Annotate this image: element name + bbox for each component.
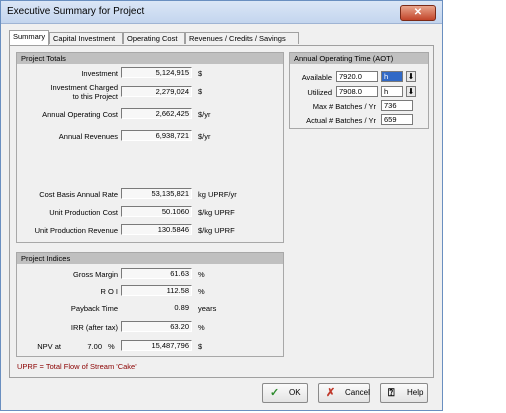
unit-production-cost-label: Unit Production Cost [49,208,118,217]
project-totals-header: Project Totals [17,53,283,64]
available-label: Available [301,73,332,82]
utilized-label: Utilized [307,88,332,97]
arrow-down-icon: ⬇ [407,72,415,81]
help-button[interactable]: ⍰ Help [380,383,428,403]
gross-margin-unit: % [198,270,205,279]
tab-revenues-credits-savings[interactable]: Revenues / Credits / Savings [185,32,299,44]
investment-value: 5,124,915 [121,67,192,78]
ok-label: OK [289,388,301,397]
irr-value: 63.20 [121,321,192,332]
annual-revenues-value: 6,938,721 [121,130,192,141]
annual-operating-cost-label: Annual Operating Cost [42,110,118,119]
cross-icon: ✗ [326,387,336,399]
uprf-footnote: UPRF = Total Flow of Stream 'Cake' [17,362,137,371]
investment-charged-unit: $ [198,87,203,96]
irr-label: IRR (after tax) [70,323,118,332]
help-icon: ⍰ [388,387,395,399]
cancel-button[interactable]: ✗ Cancel [318,383,370,403]
window-title: Executive Summary for Project [7,6,145,17]
unit-production-revenue-label: Unit Production Revenue [34,226,118,235]
unit-production-revenue-unit: $/kg UPRF [198,226,235,235]
payback-value: 0.89 [174,303,189,312]
annual-revenues-unit: $/yr [198,132,211,141]
max-batches-label: Max # Batches / Yr [312,102,376,111]
roi-unit: % [198,287,205,296]
investment-charged-line1: Investment Charged [50,83,118,92]
cost-basis-rate-label: Cost Basis Annual Rate [39,190,118,199]
roi-label: R O I [100,287,118,296]
payback-label: Payback Time [70,304,118,313]
tab-summary[interactable]: Summary [9,30,49,45]
npv-rate-unit: % [108,342,115,351]
annual-revenues-label: Annual Revenues [58,132,118,141]
npv-value: 15,487,796 [121,340,192,351]
close-icon: ✕ [413,7,423,18]
payback-unit: years [198,304,217,313]
investment-unit: $ [198,69,203,78]
max-batches-value: 736 [381,100,413,111]
ok-button[interactable]: ✓ OK [262,383,308,403]
unit-production-revenue-value: 130.5846 [121,224,192,235]
unit-production-cost-value: 50.1060 [121,206,192,217]
tab-capital-investment[interactable]: Capital Investment [49,32,123,44]
project-indices-header: Project Indices [17,253,283,264]
actual-batches-label: Actual # Batches / Yr [306,116,376,125]
annual-operating-cost-value: 2,662,425 [121,108,192,119]
investment-label: Investment [81,69,118,78]
irr-unit: % [198,323,205,332]
aot-header: Annual Operating Time (AOT) [290,53,428,64]
help-label: Help [407,388,424,397]
tab-operating-cost[interactable]: Operating Cost [123,32,185,44]
arrow-down-icon: ⬇ [407,87,415,96]
investment-charged-label: Investment Charged to this Project [20,83,118,101]
close-button[interactable]: ✕ [400,5,436,21]
available-unit-dropdown[interactable]: ⬇ [406,71,416,82]
check-icon: ✓ [270,387,280,399]
investment-charged-line2: to this Project [72,92,118,101]
npv-rate[interactable]: 7.00 [62,342,102,351]
title-bar: Executive Summary for Project ✕ [1,1,442,24]
annual-operating-cost-unit: $/yr [198,110,211,119]
gross-margin-label: Gross Margin [72,270,118,279]
utilized-unit-dropdown[interactable]: ⬇ [406,86,416,97]
actual-batches-value: 659 [381,114,413,125]
utilized-field[interactable]: 7908.0 [336,86,378,97]
cost-basis-rate-unit: kg UPRF/yr [198,190,237,199]
gross-margin-value: 61.63 [121,268,192,279]
npv-unit: $ [198,342,203,351]
investment-charged-value: 2,279,024 [121,86,192,97]
npv-label: NPV at [37,342,61,351]
utilized-unit-select[interactable]: h [381,86,403,97]
cancel-label: Cancel [345,388,370,397]
available-unit-select[interactable]: h [381,71,403,82]
unit-production-cost-unit: $/kg UPRF [198,208,235,217]
roi-value: 112.58 [121,285,192,296]
available-field[interactable]: 7920.0 [336,71,378,82]
cost-basis-rate-value: 53,135,821 [121,188,192,199]
